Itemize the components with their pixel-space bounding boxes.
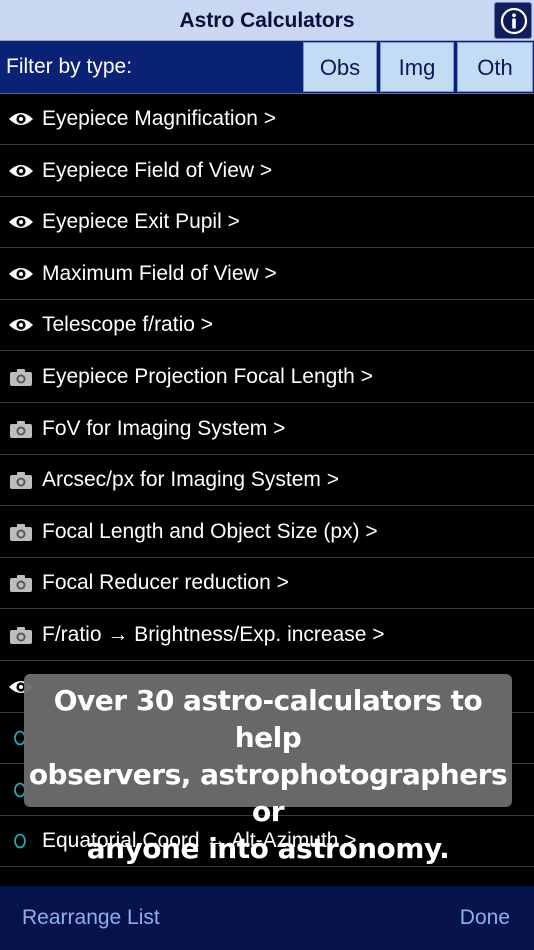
list-item[interactable]: Focal Length and Object Size (px) >: [0, 507, 534, 558]
promo-line: observers, astrophotographers or: [28, 758, 508, 828]
list-item-label: F/ratio → Brightness/Exp. increase >: [42, 623, 385, 646]
list-item[interactable]: FoV for Imaging System >: [0, 404, 534, 455]
promo-overlay: Over 30 astro-calculators to help observ…: [24, 674, 512, 865]
promo-line: anyone into astronomy.: [86, 832, 450, 865]
promo-line: Over 30 astro-calculators to help: [53, 684, 483, 754]
eye-icon: [9, 267, 33, 280]
camera-icon: [10, 420, 32, 438]
info-button[interactable]: [494, 2, 532, 39]
done-button[interactable]: Done: [460, 886, 510, 950]
rearrange-list-button[interactable]: Rearrange List: [22, 886, 160, 950]
filter-label: Filter by type:: [6, 55, 133, 78]
page-title: Astro Calculators: [179, 9, 355, 32]
bottom-toolbar: Rearrange List Done: [0, 886, 534, 950]
list-item[interactable]: Eyepiece Magnification >: [0, 94, 534, 145]
list-item[interactable]: Eyepiece Exit Pupil >: [0, 197, 534, 249]
list-item[interactable]: Eyepiece Field of View >: [0, 146, 534, 197]
camera-icon: [10, 627, 32, 644]
list-item-label: Focal Length and Object Size (px) >: [42, 519, 378, 543]
filter-img-button[interactable]: Img: [380, 42, 454, 92]
list-item-label: FoV for Imaging System >: [42, 416, 286, 440]
list-item-label: Telescope f/ratio >: [42, 313, 214, 337]
eye-icon: [9, 164, 33, 177]
list-item-label: Eyepiece Field of View >: [42, 158, 273, 182]
list-item[interactable]: Eyepiece Projection Focal Length >: [0, 352, 534, 403]
title-bar: Astro Calculators: [0, 0, 534, 41]
list-item[interactable]: Telescope f/ratio >: [0, 300, 534, 352]
camera-icon: [10, 472, 32, 490]
list-item[interactable]: Maximum Field of View >: [0, 249, 534, 300]
list-item-label: Eyepiece Projection Focal Length >: [42, 365, 373, 388]
eye-icon: [9, 113, 33, 125]
camera-icon: [10, 575, 32, 593]
list-item-label: Eyepiece Magnification >: [42, 107, 277, 130]
list-item[interactable]: F/ratio → Brightness/Exp. increase >: [0, 610, 534, 661]
eye-icon: [9, 319, 33, 332]
camera-icon: [10, 523, 32, 541]
camera-icon: [10, 369, 32, 386]
list-item[interactable]: Arcsec/px for Imaging System >: [0, 455, 534, 507]
list-item[interactable]: [0, 868, 534, 886]
list-item-label: Focal Reducer reduction >: [42, 571, 289, 595]
list-item-label: Eyepiece Exit Pupil >: [42, 210, 240, 234]
info-icon: [500, 7, 528, 35]
filter-bar: Filter by type: Obs Img Oth: [0, 41, 534, 94]
filter-obs-button[interactable]: Obs: [303, 42, 377, 92]
filter-oth-button[interactable]: Oth: [457, 42, 533, 92]
eye-icon: [9, 216, 33, 229]
list-item-label: Arcsec/px for Imaging System >: [42, 468, 340, 492]
list-item[interactable]: Focal Reducer reduction >: [0, 558, 534, 610]
list-item-label: Maximum Field of View >: [42, 261, 277, 285]
